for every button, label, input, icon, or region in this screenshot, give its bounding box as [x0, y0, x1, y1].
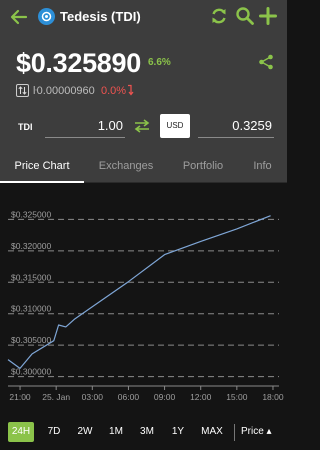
y-tick-label: $0.305000 [11, 335, 51, 345]
y-tick-label: $0.325000 [11, 209, 51, 219]
x-tick-label: 21:00 [9, 392, 31, 402]
y-tick-label: $0.315000 [11, 272, 51, 282]
coin-title: Tedesis (TDI) [60, 9, 141, 24]
tab-price-chart[interactable]: Price Chart [0, 151, 84, 183]
tab-info[interactable]: Info [238, 151, 287, 183]
x-tick-label: 18:00 [262, 392, 284, 402]
plus-icon[interactable] [258, 6, 278, 26]
tab-exchanges[interactable]: Exchanges [84, 151, 168, 183]
x-tick-label: 25. Jan [42, 392, 70, 402]
arrow-left-icon[interactable] [9, 7, 29, 27]
chart-metric-select[interactable]: Price ▴ [241, 422, 272, 442]
currency-toggle-icon[interactable] [16, 84, 29, 97]
price-chart-svg: $0.325000 $0.320000 $0.315000 $0.310000 $0.3… [7, 209, 284, 402]
x-tick-label: 12:00 [190, 392, 212, 402]
btc-change-percent: 0.0% [101, 85, 127, 97]
trend-down-icon [128, 84, 134, 96]
tab-bar: Price Chart Exchanges Portfolio Info [0, 151, 287, 183]
y-tick-label: $0.320000 [11, 241, 51, 251]
search-icon[interactable] [235, 6, 255, 26]
x-tick-label: 09:00 [154, 392, 176, 402]
range-selector: 24H 7D 2W 1M 3M 1Y MAX Price ▴ [0, 415, 287, 450]
from-currency-label: TDI [18, 122, 33, 132]
price-change-percent: 6.6% [148, 57, 171, 68]
y-tick-label: $0.310000 [11, 304, 51, 314]
tab-portfolio[interactable]: Portfolio [168, 151, 238, 183]
price-header: $0.325890 6.6% ŀ0.00000960 0.0% TDI USD [0, 34, 287, 151]
range-1m-button[interactable]: 1M [104, 422, 128, 442]
refresh-icon[interactable] [209, 6, 229, 26]
range-divider [234, 424, 235, 441]
x-tick-label: 03:00 [82, 392, 104, 402]
y-tick-label: $0.300000 [11, 367, 51, 377]
range-max-button[interactable]: MAX [197, 422, 227, 442]
range-1y-button[interactable]: 1Y [166, 422, 190, 442]
swap-arrows-icon[interactable] [133, 118, 151, 134]
from-amount-input[interactable] [45, 114, 125, 138]
coin-logo-icon [38, 8, 55, 25]
range-2w-button[interactable]: 2W [73, 422, 97, 442]
to-amount-input[interactable] [198, 114, 274, 138]
range-3m-button[interactable]: 3M [135, 422, 159, 442]
app-bar: Tedesis (TDI) [0, 0, 287, 34]
x-tick-label: 06:00 [118, 392, 140, 402]
current-price: $0.325890 [16, 48, 141, 78]
range-24h-button[interactable]: 24H [8, 422, 34, 442]
to-currency-select[interactable]: USD [160, 114, 190, 138]
price-chart[interactable]: $0.325000 $0.320000 $0.315000 $0.310000 $0.3… [0, 183, 287, 415]
btc-price: ŀ0.00000960 [33, 85, 95, 97]
x-tick-label: 15:00 [226, 392, 248, 402]
range-7d-button[interactable]: 7D [42, 422, 66, 442]
share-icon[interactable] [257, 53, 275, 71]
